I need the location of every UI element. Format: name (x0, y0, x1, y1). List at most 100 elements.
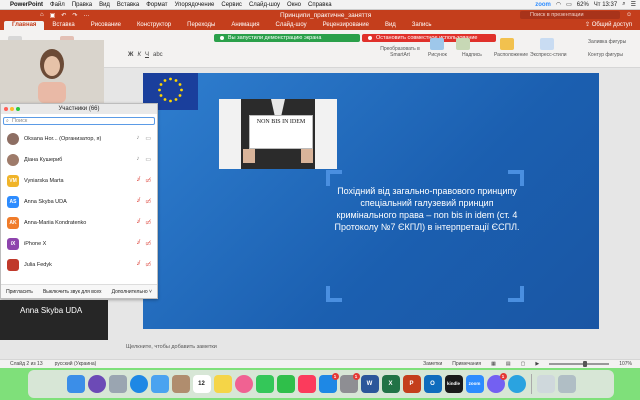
menu-format[interactable]: Формат (146, 2, 167, 8)
menu-insert[interactable]: Вставка (117, 2, 139, 8)
camera-off-icon[interactable]: ▭̸ (145, 219, 151, 226)
camera-off-icon[interactable]: ▭̸ (145, 198, 151, 205)
current-slide[interactable]: NON BIS IN IDEM Похідний від загально-пр… (143, 73, 599, 329)
shape-outline-label[interactable]: Контур фигуры (588, 52, 623, 58)
smiley-icon[interactable]: ☺ (626, 12, 632, 18)
camera-on-icon[interactable]: ▭ (145, 156, 151, 163)
close-icon[interactable] (4, 107, 8, 111)
presentation-search-input[interactable]: Поиск в презентации (520, 11, 620, 19)
downloads-icon[interactable] (536, 375, 555, 393)
photos-icon[interactable] (234, 375, 253, 393)
more-icon[interactable]: … (83, 12, 89, 19)
zoom-participant-video[interactable]: Anna Skyba UDA (0, 300, 108, 340)
tab-record[interactable]: Запись (404, 21, 440, 30)
powerpoint-icon[interactable]: P (402, 375, 421, 393)
language-indicator[interactable]: русский (Украина) (55, 361, 97, 367)
menubar-clock[interactable]: Чт 13:37 (594, 2, 617, 8)
viber-icon[interactable]: 1 (486, 373, 507, 393)
slideshow-view-icon[interactable]: ▶ (535, 361, 539, 367)
reading-view-icon[interactable]: ▢ (521, 361, 526, 367)
facetime-icon[interactable] (276, 375, 295, 393)
telegram-icon[interactable] (507, 375, 526, 393)
control-center-icon[interactable]: ☰ (631, 1, 636, 8)
calendar-icon[interactable]: 12 (192, 375, 211, 393)
participant-row[interactable]: Julia Fedyk ♪̸ ▭̸ (1, 254, 157, 275)
tab-design[interactable]: Конструктор (129, 21, 179, 30)
mic-on-icon[interactable]: ♪ (136, 156, 139, 163)
arrange-icon[interactable] (500, 38, 514, 50)
word-icon[interactable]: W (360, 375, 379, 393)
minimize-icon[interactable] (10, 107, 14, 111)
menu-tools[interactable]: Сервис (221, 2, 242, 8)
trash-icon[interactable] (557, 375, 576, 393)
mute-all-button[interactable]: Выключить звук для всех (43, 289, 102, 295)
tab-review[interactable]: Рецензирование (315, 21, 377, 30)
zoom-icon[interactable]: zoom (465, 375, 484, 393)
tab-home[interactable]: Главная (4, 21, 45, 30)
wifi-icon[interactable]: ◠ (556, 1, 561, 8)
picture-label[interactable]: Рисунок (428, 52, 447, 58)
stop-sharing-button[interactable]: Остановить совместное использование (362, 34, 496, 42)
home-icon[interactable]: ⌂ (40, 12, 44, 19)
kindle-icon[interactable]: kindle (444, 375, 463, 393)
mic-off-icon[interactable]: ♪̸ (136, 219, 139, 226)
menu-view[interactable]: Вид (99, 2, 110, 8)
menu-arrange[interactable]: Упорядочение (175, 2, 215, 8)
tab-transitions[interactable]: Переходы (179, 21, 223, 30)
menu-window[interactable]: Окно (287, 2, 301, 8)
mic-off-icon[interactable]: ♪̸ (136, 177, 139, 184)
shapes-icon[interactable] (456, 38, 470, 50)
quick-styles-label[interactable]: Экспресс-стили (530, 52, 567, 58)
mic-off-icon[interactable]: ♪̸ (136, 240, 139, 247)
tab-slideshow[interactable]: Слайд-шоу (267, 21, 314, 30)
menu-slideshow[interactable]: Слайд-шоу (249, 2, 280, 8)
quick-styles-icon[interactable] (540, 38, 554, 50)
mic-on-icon[interactable]: ♪ (136, 135, 139, 142)
notes-toggle[interactable]: Заметки (423, 361, 442, 367)
participants-search-input[interactable]: ⌕ Поиск (3, 117, 155, 125)
undo-icon[interactable]: ↶ (61, 12, 66, 19)
italic-button[interactable]: К (137, 52, 141, 58)
textbox-label[interactable]: Надпись (462, 52, 482, 58)
slide-body-text[interactable]: Похідний від загально-правового принципу… (333, 185, 521, 233)
mic-off-icon[interactable]: ♪̸ (136, 261, 139, 268)
tab-insert[interactable]: Вставка (44, 21, 82, 30)
system-preferences-icon[interactable]: 1 (339, 373, 360, 393)
menu-app-name[interactable]: PowerPoint (10, 2, 43, 8)
bold-button[interactable]: Ж (128, 52, 133, 58)
participant-row[interactable]: Oksana Hor... (Организатор, я) ♪ ▭ (1, 128, 157, 149)
notes-placeholder[interactable]: Щелкните, чтобы добавить заметки (0, 342, 640, 352)
battery-icon[interactable]: ▭ (566, 1, 572, 8)
redo-icon[interactable]: ↷ (72, 12, 77, 19)
mail-icon[interactable] (150, 375, 169, 393)
invite-button[interactable]: Пригласить (6, 289, 33, 295)
camera-off-icon[interactable]: ▭̸ (145, 240, 151, 247)
app-store-icon[interactable]: 1 (318, 373, 339, 393)
menu-help[interactable]: Справка (308, 2, 332, 8)
comments-toggle[interactable]: Примечания (452, 361, 481, 367)
picture-icon[interactable] (430, 38, 444, 50)
camera-off-icon[interactable]: ▭̸ (145, 177, 151, 184)
menu-file[interactable]: Файл (50, 2, 65, 8)
messages-icon[interactable] (255, 375, 274, 393)
music-icon[interactable] (297, 375, 316, 393)
arrange-label[interactable]: Расположение (494, 52, 528, 58)
camera-off-icon[interactable]: ▭̸ (145, 261, 151, 268)
notes-icon[interactable] (213, 375, 232, 393)
participant-row[interactable]: iX iPhone X ♪̸ ▭̸ (1, 233, 157, 254)
participant-row[interactable]: AS Anna Skyba UDA ♪̸ ▭̸ (1, 191, 157, 212)
excel-icon[interactable]: X (381, 375, 400, 393)
camera-on-icon[interactable]: ▭ (145, 135, 151, 142)
participant-row[interactable]: VM Vyniarska Marta ♪̸ ▭̸ (1, 170, 157, 191)
outlook-icon[interactable]: O (423, 375, 442, 393)
finder-icon[interactable] (66, 375, 85, 393)
sorter-view-icon[interactable]: ▤ (506, 361, 511, 367)
tab-view[interactable]: Вид (377, 21, 404, 30)
underline-button[interactable]: Ч (145, 52, 149, 58)
participant-row[interactable]: Діана Кушериб ♪ ▭ (1, 149, 157, 170)
mic-off-icon[interactable]: ♪̸ (136, 198, 139, 205)
tab-draw[interactable]: Рисование (83, 21, 129, 30)
spotlight-icon[interactable]: ⌕ (622, 1, 625, 8)
more-options-button[interactable]: Дополнительно ˅ (112, 289, 152, 295)
convert-smartart-label[interactable]: Преобразовать в SmartArt (380, 46, 420, 58)
